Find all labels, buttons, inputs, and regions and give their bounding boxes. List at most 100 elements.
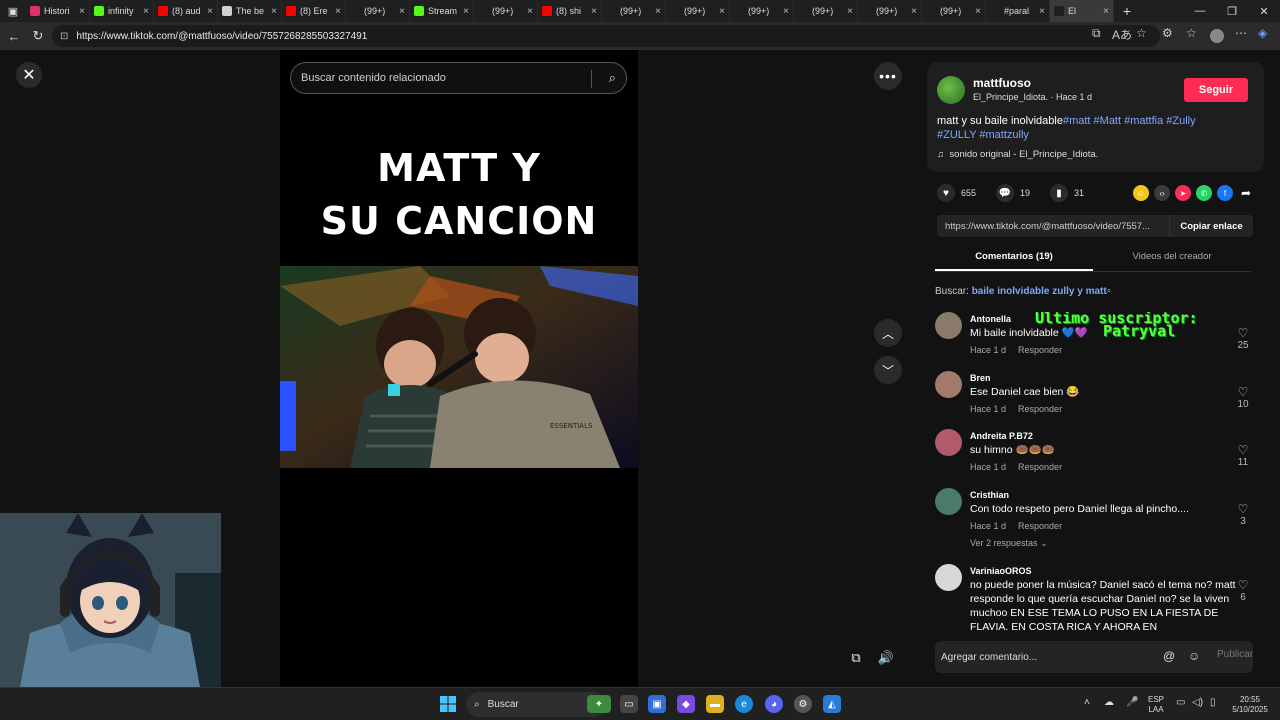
- browser-tab[interactable]: (99+) ×: [602, 0, 666, 22]
- reply-button[interactable]: Responder: [1018, 521, 1062, 531]
- heart-icon[interactable]: ♡: [1235, 326, 1251, 340]
- previous-video-icon[interactable]: ︿: [874, 319, 902, 347]
- comment-like[interactable]: ♡ 10: [1235, 385, 1251, 410]
- tab-close-icon[interactable]: ×: [335, 6, 341, 17]
- tab-creator-videos[interactable]: Videos del creador: [1093, 246, 1251, 271]
- comment-username[interactable]: Cristhian: [970, 490, 1009, 500]
- avatar[interactable]: [935, 563, 962, 591]
- profile-avatar[interactable]: [1210, 29, 1224, 43]
- description-hashtags[interactable]: #matt #Matt #mattfia #Zully: [1063, 115, 1196, 127]
- reload-icon[interactable]: ↻: [26, 24, 50, 48]
- comment-icon[interactable]: 💬: [996, 184, 1015, 202]
- browser-tab[interactable]: Histori ×: [26, 0, 90, 22]
- favorite-star-icon[interactable]: ☆: [1136, 26, 1147, 40]
- tab-close-icon[interactable]: ×: [399, 6, 405, 17]
- reply-button[interactable]: Responder: [1018, 345, 1062, 355]
- browser-tab[interactable]: (99+) ×: [794, 0, 858, 22]
- repost-icon[interactable]: ☺: [1133, 185, 1149, 201]
- share-icon[interactable]: ➦: [1238, 185, 1254, 201]
- copilot-app-icon[interactable]: ◆: [677, 695, 695, 713]
- comment-like[interactable]: ♡ 6: [1235, 578, 1251, 603]
- browser-tab[interactable]: (8) shi ×: [538, 0, 602, 22]
- tab-close-icon[interactable]: ×: [655, 6, 661, 17]
- widgets-icon[interactable]: ✦: [587, 695, 611, 713]
- facebook-icon[interactable]: f: [1217, 185, 1233, 201]
- network-icon[interactable]: ▭: [1176, 697, 1185, 708]
- heart-icon[interactable]: ♡: [1235, 578, 1251, 592]
- comment-like[interactable]: ♡ 25: [1235, 326, 1251, 351]
- browser-tab[interactable]: (99+) ×: [858, 0, 922, 22]
- comment-like[interactable]: ♡ 3: [1235, 502, 1251, 527]
- whatsapp-icon[interactable]: ✆: [1196, 185, 1212, 201]
- close-icon[interactable]: ✕: [16, 62, 42, 88]
- reply-button[interactable]: Responder: [1018, 462, 1062, 472]
- start-menu-icon[interactable]: [440, 696, 456, 717]
- task-view-icon[interactable]: ▭: [620, 695, 638, 713]
- discord-icon[interactable]: ◕: [765, 695, 783, 713]
- avatar[interactable]: [935, 429, 962, 456]
- bookmark-icon[interactable]: ▮: [1050, 184, 1069, 202]
- embed-icon[interactable]: ‹›: [1154, 185, 1170, 201]
- new-tab-button[interactable]: +: [1114, 3, 1140, 19]
- browser-tab[interactable]: (8) aud ×: [154, 0, 218, 22]
- heart-icon[interactable]: ♡: [1235, 385, 1251, 399]
- search-icon[interactable]: ⌕: [609, 70, 616, 86]
- tab-close-icon[interactable]: ×: [591, 6, 597, 17]
- video-player[interactable]: Buscar contenido relacionado ⌕ MATT Y SU…: [280, 50, 638, 687]
- related-search-input[interactable]: Buscar contenido relacionado ⌕: [290, 62, 627, 94]
- settings-icon[interactable]: ⚙: [794, 695, 812, 713]
- site-info-icon[interactable]: ⊡: [60, 31, 68, 42]
- view-replies-button[interactable]: Ver 2 respuestas ⌄: [970, 538, 1048, 549]
- tab-close-icon[interactable]: ×: [911, 6, 917, 17]
- comment-username[interactable]: Bren: [970, 373, 991, 383]
- publish-button[interactable]: Publicar: [1217, 649, 1253, 660]
- onedrive-icon[interactable]: ☁: [1104, 697, 1114, 708]
- tab-close-icon[interactable]: ×: [143, 6, 149, 17]
- comment-input[interactable]: Agregar comentario... @ ☺: [935, 641, 1253, 673]
- maximize-icon[interactable]: ❐: [1216, 0, 1248, 22]
- tab-close-icon[interactable]: ×: [719, 6, 725, 17]
- read-aloud-icon[interactable]: Aあ: [1112, 26, 1132, 43]
- follow-button[interactable]: Seguir: [1184, 78, 1248, 102]
- browser-tab[interactable]: (99+) ×: [666, 0, 730, 22]
- avatar[interactable]: [935, 370, 962, 398]
- video-link-text[interactable]: https://www.tiktok.com/@mattfuoso/video/…: [937, 221, 1169, 232]
- favorites-icon[interactable]: ☆: [1186, 26, 1197, 40]
- tab-close-icon[interactable]: ×: [207, 6, 213, 17]
- more-menu-icon[interactable]: ⋯: [1235, 26, 1247, 40]
- description-hashtags-2[interactable]: #ZULLY #mattzully: [937, 129, 1029, 141]
- tab-close-icon[interactable]: ×: [271, 6, 277, 17]
- browser-tab[interactable]: (99+) ×: [730, 0, 794, 22]
- chevron-up-icon[interactable]: ˄: [1084, 697, 1090, 708]
- browser-tab[interactable]: (8) Ere ×: [282, 0, 346, 22]
- tab-close-icon[interactable]: ×: [1039, 6, 1045, 17]
- extensions-icon[interactable]: ⚙: [1162, 26, 1173, 40]
- taskbar-search[interactable]: ⌕ Buscar: [466, 692, 606, 717]
- copilot-icon[interactable]: ◈: [1258, 26, 1267, 40]
- related-search-query[interactable]: baile inolvidable zully y matt: [972, 286, 1107, 297]
- tab-close-icon[interactable]: ×: [847, 6, 853, 17]
- emoji-icon[interactable]: ☺: [1188, 649, 1200, 663]
- browser-tab[interactable]: infinity ×: [90, 0, 154, 22]
- store-icon[interactable]: ▣: [648, 695, 666, 713]
- avatar[interactable]: [935, 487, 962, 515]
- window-menu-icon[interactable]: ▣: [0, 0, 26, 22]
- browser-tab[interactable]: (99+) ×: [474, 0, 538, 22]
- edge-browser-icon[interactable]: e: [735, 695, 753, 713]
- battery-icon[interactable]: ▯: [1210, 697, 1216, 708]
- tab-comments[interactable]: Comentarios (19): [935, 246, 1093, 271]
- back-icon[interactable]: ←: [2, 24, 26, 48]
- comment-username[interactable]: Andreita P.B72: [970, 431, 1033, 441]
- browser-tab[interactable]: #paral ×: [986, 0, 1050, 22]
- comment-like[interactable]: ♡ 11: [1235, 443, 1251, 468]
- next-video-icon[interactable]: ﹀: [874, 356, 902, 384]
- file-explorer-icon[interactable]: ▬: [706, 695, 724, 713]
- reply-button[interactable]: Responder: [1018, 404, 1062, 414]
- close-window-icon[interactable]: ✕: [1248, 0, 1280, 22]
- tab-close-icon[interactable]: ×: [975, 6, 981, 17]
- browser-tab[interactable]: The be ×: [218, 0, 282, 22]
- mention-icon[interactable]: @: [1163, 649, 1175, 663]
- tab-close-icon[interactable]: ×: [463, 6, 469, 17]
- more-options-icon[interactable]: •••: [874, 62, 902, 90]
- url-field[interactable]: ⊡ https://www.tiktok.com/@mattfuoso/vide…: [52, 25, 1160, 47]
